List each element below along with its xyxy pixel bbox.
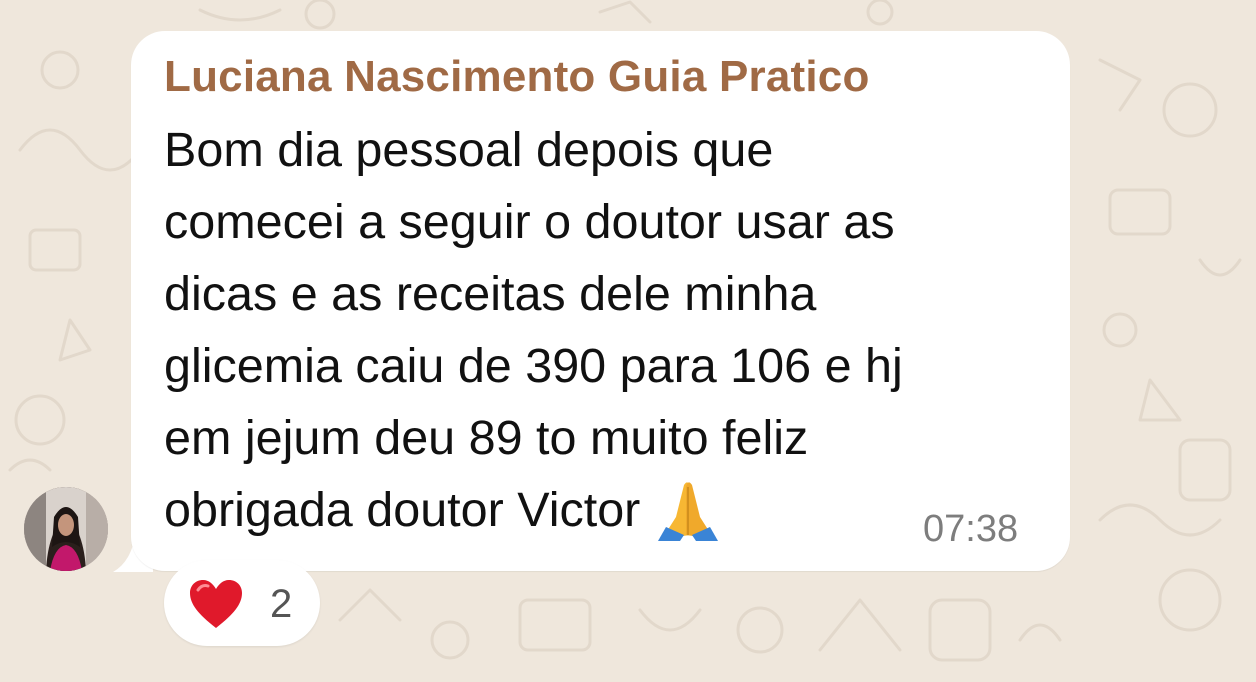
message-text: Bom dia pessoal depois que comecei a seg…	[164, 123, 903, 537]
message-timestamp: 07:38	[923, 508, 1019, 550]
message-text-block: Bom dia pessoal depois que comecei a seg…	[164, 114, 1044, 546]
avatar-photo	[24, 487, 108, 571]
sender-name[interactable]: Luciana Nascimento Guia Pratico	[164, 52, 870, 102]
reaction-count: 2	[270, 582, 293, 626]
red-heart-icon	[190, 580, 242, 628]
folded-hands-emoji-icon	[658, 482, 719, 542]
reaction-pill[interactable]: 2	[164, 560, 320, 646]
sender-avatar[interactable]	[24, 487, 108, 571]
